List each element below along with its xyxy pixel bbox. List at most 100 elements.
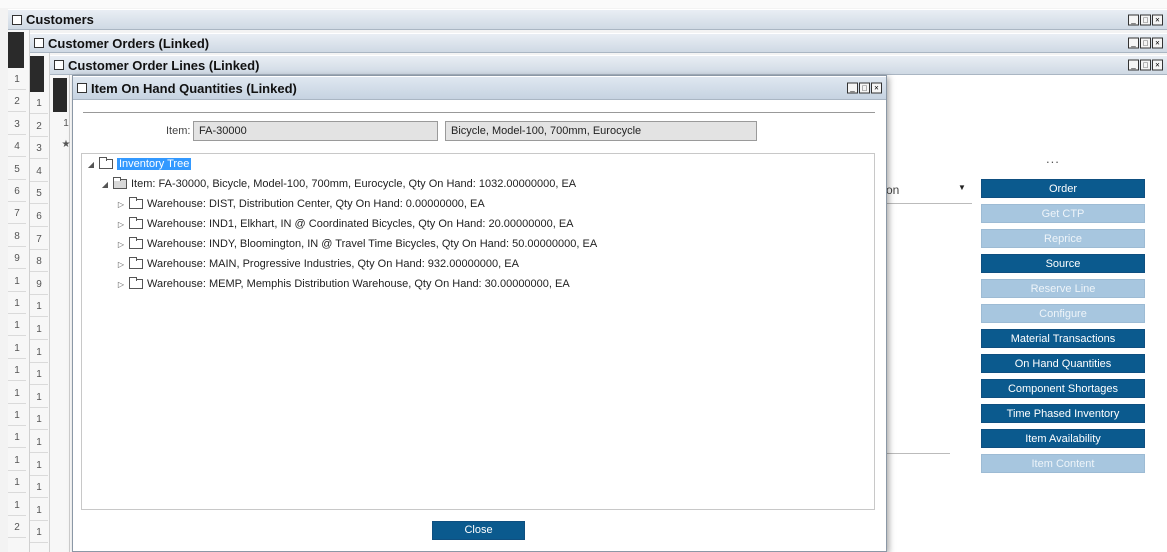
action-button-source[interactable]: Source [981, 254, 1145, 273]
customer-orders-window-title: Customer Orders (Linked) [48, 35, 210, 51]
tree-node-item[interactable]: ◢ Item: FA-30000, Bicycle, Model-100, 70… [100, 176, 576, 192]
row-number: 5 [14, 163, 20, 175]
expand-arrow-icon[interactable]: ▷ [116, 220, 126, 229]
row-divider [30, 542, 48, 544]
item-field-label: Item: [166, 125, 191, 137]
row-number: 2 [14, 522, 20, 533]
row-divider [8, 89, 26, 90]
customer-orders-window-titlebar[interactable]: Customer Orders (Linked) _ □ × [30, 33, 1167, 53]
close-icon[interactable]: × [1152, 37, 1163, 49]
maximize-icon[interactable]: □ [1140, 59, 1151, 71]
row-number: 5 [36, 188, 42, 200]
row-divider [8, 447, 26, 449]
tree-node-warehouse[interactable]: ▷ Warehouse: INDY, Bloomington, IN @ Tra… [116, 236, 597, 252]
row-number: 4 [36, 165, 42, 177]
background-divider [887, 453, 950, 454]
action-button-item-content[interactable]: Item Content [981, 454, 1145, 473]
row-divider [30, 452, 48, 453]
tree-node-warehouse[interactable]: ▷ Warehouse: DIST, Distribution Center, … [116, 196, 485, 212]
row-divider [8, 514, 26, 516]
row-number: 1 [14, 432, 20, 444]
close-icon[interactable]: × [1152, 59, 1163, 71]
row-divider [8, 313, 26, 314]
system-menu-icon[interactable] [12, 14, 22, 25]
row-divider [30, 293, 48, 295]
customers-window-titlebar[interactable]: Customers _ □ × [8, 9, 1167, 30]
row-number: 1 [14, 477, 20, 489]
expand-arrow-icon[interactable]: ▷ [116, 240, 126, 249]
action-button-reserve-line[interactable]: Reserve Line [981, 279, 1145, 298]
row-divider [30, 429, 48, 431]
close-icon[interactable]: × [1152, 14, 1163, 25]
expand-arrow-icon[interactable]: ▷ [116, 200, 126, 209]
row-number: 1 [14, 342, 20, 354]
row-number: 1 [14, 387, 20, 399]
action-button-order[interactable]: Order [981, 179, 1145, 198]
customer-order-lines-window-controls: _ □ × [1127, 59, 1163, 71]
action-button-time-phased-inventory[interactable]: Time Phased Inventory [981, 404, 1145, 423]
inventory-tree[interactable]: ◢ Inventory Tree ◢ Item: FA-30000, Bicyc… [81, 153, 875, 510]
row-number: 1 [36, 459, 42, 471]
customer-order-lines-window-titlebar[interactable]: Customer Order Lines (Linked) _ □ × [50, 55, 1167, 75]
expand-arrow-icon[interactable]: ▷ [116, 260, 126, 269]
row-divider [8, 201, 26, 202]
row-number: 1 [14, 320, 20, 332]
action-button-reprice[interactable]: Reprice [981, 229, 1145, 248]
row-number: 8 [36, 256, 42, 268]
customer-orders-grid-header [30, 56, 44, 92]
order-line-row-number: 1 [63, 118, 69, 129]
warehouse-label: Warehouse: INDY, Bloomington, IN @ Trave… [147, 238, 598, 250]
row-number: 1 [36, 301, 42, 313]
minimize-icon[interactable]: _ [1128, 37, 1139, 49]
minimize-icon[interactable]: _ [1128, 59, 1139, 71]
row-divider [8, 380, 26, 382]
row-number: 1 [14, 74, 20, 85]
row-divider [8, 537, 26, 538]
maximize-icon[interactable]: □ [1140, 37, 1151, 49]
background-dropdown[interactable]: on ▼ [884, 178, 972, 204]
maximize-icon[interactable]: □ [859, 82, 870, 94]
close-button[interactable]: Close [432, 521, 525, 540]
row-divider [30, 474, 48, 476]
minimize-icon[interactable]: _ [847, 82, 858, 94]
minimize-icon[interactable]: _ [1128, 14, 1139, 25]
maximize-icon[interactable]: □ [1140, 14, 1151, 25]
row-number: 6 [14, 186, 20, 197]
row-number: 1 [14, 298, 20, 309]
close-icon[interactable]: × [871, 82, 882, 94]
item-description-field[interactable]: Bicycle, Model-100, 700mm, Eurocycle [445, 121, 757, 141]
row-number: 3 [14, 118, 20, 130]
tree-node-warehouse[interactable]: ▷ Warehouse: MAIN, Progressive Industrie… [116, 256, 519, 272]
action-button-get-ctp[interactable]: Get CTP [981, 204, 1145, 223]
tree-node-warehouse[interactable]: ▷ Warehouse: IND1, Elkhart, IN @ Coordin… [116, 216, 574, 232]
item-field[interactable]: FA-30000 [193, 121, 438, 141]
expand-arrow-icon[interactable]: ▷ [116, 280, 126, 289]
row-number: 1 [36, 391, 42, 403]
action-button-configure[interactable]: Configure [981, 304, 1145, 323]
tree-node-root[interactable]: ◢ Inventory Tree [86, 156, 192, 172]
system-menu-icon[interactable] [54, 60, 64, 70]
warehouse-label: Warehouse: MAIN, Progressive Industries,… [147, 258, 519, 270]
system-menu-icon[interactable] [34, 38, 44, 48]
tree-node-warehouse[interactable]: ▷ Warehouse: MEMP, Memphis Distribution … [116, 276, 570, 292]
action-button-on-hand-quantities[interactable]: On Hand Quantities [981, 354, 1145, 373]
customer-orders-window-controls: _ □ × [1127, 37, 1163, 49]
action-button-component-shortages[interactable]: Component Shortages [981, 379, 1145, 398]
item-on-hand-window-titlebar[interactable]: Item On Hand Quantities (Linked) _ □ × [73, 76, 886, 100]
collapse-arrow-icon[interactable]: ◢ [100, 180, 110, 189]
row-divider [8, 357, 26, 359]
action-button-material-transactions[interactable]: Material Transactions [981, 329, 1145, 348]
system-menu-icon[interactable] [77, 83, 87, 93]
action-button-item-availability[interactable]: Item Availability [981, 429, 1145, 448]
folder-icon [129, 237, 143, 249]
row-divider [8, 111, 26, 113]
warehouse-label: Warehouse: MEMP, Memphis Distribution Wa… [147, 278, 570, 290]
row-number: 6 [36, 211, 42, 222]
row-divider [30, 158, 48, 160]
background-dropdown-value: on [886, 183, 900, 197]
row-divider [30, 316, 48, 318]
row-divider [30, 406, 48, 408]
row-number: 7 [14, 208, 20, 220]
more-options-icon[interactable]: ... [1046, 151, 1060, 166]
collapse-arrow-icon[interactable]: ◢ [86, 160, 96, 169]
